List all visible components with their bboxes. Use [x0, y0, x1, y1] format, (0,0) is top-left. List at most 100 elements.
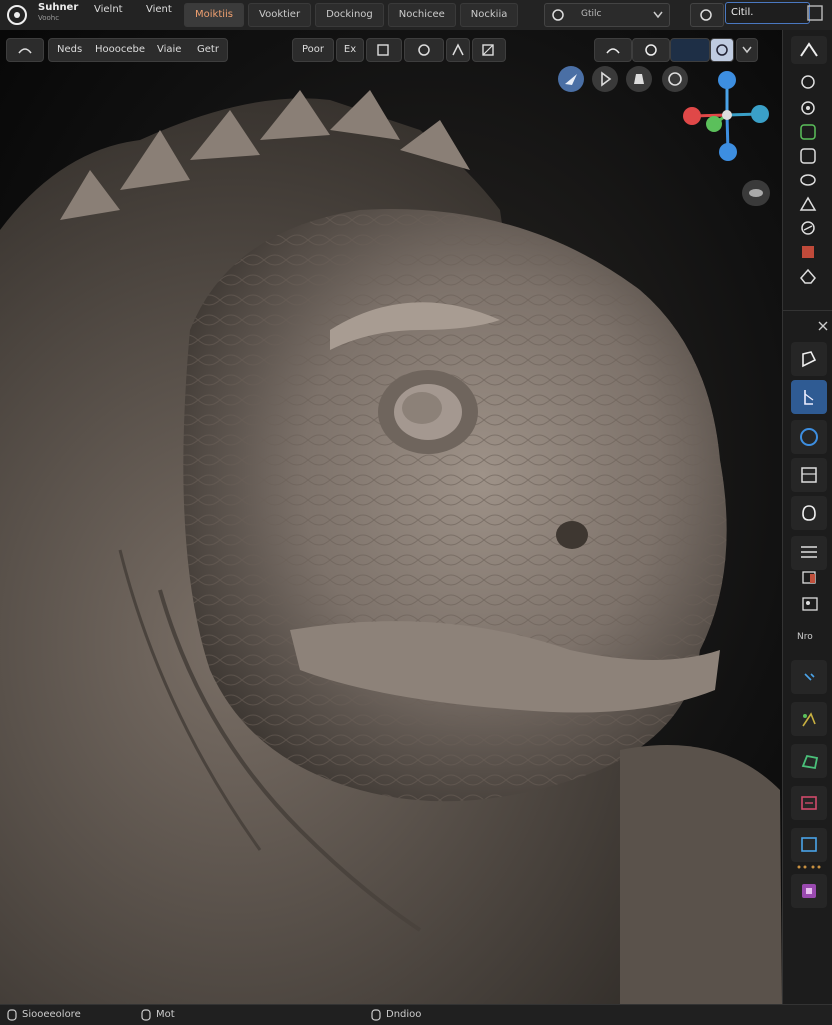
xray-toggle[interactable]: [710, 38, 734, 62]
prop-particles-button[interactable]: [791, 702, 827, 736]
image-icon[interactable]: [801, 596, 819, 612]
physics-icon: [801, 754, 819, 770]
mouse-middle-icon: [141, 1009, 151, 1021]
right-toolbar: Nro: [782, 30, 832, 1004]
header-menu-object[interactable]: Getr: [197, 39, 219, 61]
add-cube-tool-icon[interactable]: [797, 242, 819, 262]
overlay-toggle[interactable]: [632, 38, 670, 62]
hand-icon: [634, 74, 644, 84]
chevron-down-icon: [742, 46, 752, 54]
list-icon: [801, 546, 817, 558]
app-subtitle: Voohc: [38, 14, 60, 22]
header-menu-add[interactable]: Viaie: [157, 39, 181, 61]
tab-workspace-2[interactable]: Vooktier: [248, 3, 312, 27]
prop-render-button[interactable]: [791, 380, 827, 414]
cursor-tool-icon[interactable]: [797, 72, 819, 92]
globe-icon: [800, 428, 818, 446]
xray-icon: [716, 44, 728, 56]
axis-gizmo[interactable]: [680, 68, 774, 162]
navigate-play-button[interactable]: [592, 66, 618, 92]
shading-icon: [606, 48, 620, 54]
scene-icon: [802, 505, 816, 521]
status-center-text: Dndioo: [386, 1009, 422, 1020]
mouse-icon: [7, 1009, 17, 1021]
app-logo-icon[interactable]: [6, 4, 28, 26]
object-icon[interactable]: [801, 570, 819, 586]
view-layer-select[interactable]: Gtilc: [544, 3, 670, 27]
move-tool-icon[interactable]: [797, 98, 819, 118]
prop-data-button[interactable]: [791, 828, 827, 862]
header-menu-group: Neds Hooocebe Viaie Getr: [48, 38, 228, 62]
workspace-tabs: Moiktiis Vooktier Dockinog Nochicee Nock…: [184, 3, 519, 27]
prop-tool-button[interactable]: [791, 342, 827, 376]
proportional-button[interactable]: [446, 38, 470, 62]
constraint-icon: [801, 796, 817, 810]
zoom-icon: [749, 189, 763, 197]
status-mid-text: Mot: [156, 1009, 175, 1020]
chevron-down-icon: [653, 11, 663, 19]
plane-icon: [565, 74, 577, 85]
menu-item-1[interactable]: Vielnt: [94, 4, 123, 15]
mode-select[interactable]: Poor: [292, 38, 334, 62]
shading-options-button[interactable]: [736, 38, 758, 62]
prop-physics-button[interactable]: [791, 744, 827, 778]
navigate-hand-button[interactable]: [626, 66, 652, 92]
annotate-tool-icon[interactable]: [797, 194, 819, 214]
data-icon: [801, 837, 817, 852]
editor-type-button[interactable]: [6, 38, 44, 62]
navigate-fly-button[interactable]: [558, 66, 584, 92]
scene-name-input[interactable]: Citil.: [725, 2, 810, 24]
tab-workspace-1[interactable]: Moiktiis: [184, 3, 245, 27]
proportional-icon: [452, 43, 464, 56]
viewport-shading-select[interactable]: [594, 38, 632, 62]
view-layer-icon: [552, 9, 564, 21]
scene-copy-icon[interactable]: [806, 4, 826, 24]
3d-viewport[interactable]: Neds Hooocebe Viaie Getr Poor Ex: [0, 30, 782, 1004]
transform-button[interactable]: [472, 38, 506, 62]
overlay-icon: [645, 44, 657, 56]
prop-constraints-button[interactable]: [791, 786, 827, 820]
close-icon[interactable]: [817, 320, 829, 332]
material-icon: [802, 884, 816, 898]
prop-scene-button[interactable]: [791, 496, 827, 530]
pivot-icon: [418, 44, 430, 56]
object-button[interactable]: Ex: [336, 38, 364, 62]
prop-modifier-button[interactable]: [791, 660, 827, 694]
tool-settings-icon: [802, 351, 817, 368]
editor-type-icon: [18, 48, 32, 54]
scene-type-button[interactable]: [690, 3, 724, 27]
prop-view-layer-button[interactable]: [791, 458, 827, 492]
tab-workspace-4[interactable]: Nochicee: [387, 3, 456, 27]
measure-tool-icon[interactable]: [797, 218, 819, 238]
snap-button[interactable]: [366, 38, 402, 62]
prop-material-button[interactable]: [791, 874, 827, 908]
dots-icon: [797, 865, 821, 869]
top-menu-bar: Suhner Voohc Vielnt Vient Moiktiis Vookt…: [0, 0, 832, 31]
transform-tool-icon[interactable]: [797, 170, 819, 190]
scale-tool-icon[interactable]: [797, 146, 819, 166]
prop-output-button[interactable]: [791, 420, 827, 454]
rotate-tool-icon[interactable]: [797, 122, 819, 142]
play-icon: [601, 71, 612, 87]
render-icon: [804, 390, 814, 405]
tab-workspace-3[interactable]: Dockinog: [315, 3, 384, 27]
view-layer-label: Gtilc: [581, 9, 602, 19]
mouse-right-icon: [371, 1009, 381, 1021]
snap-icon: [377, 44, 389, 56]
tool-icon: [800, 42, 818, 57]
pivot-button[interactable]: [404, 38, 444, 62]
add-mesh-tool-icon[interactable]: [797, 266, 819, 286]
scene-icon: [700, 9, 712, 21]
menu-item-2[interactable]: Vient: [146, 4, 172, 15]
prop-world-button[interactable]: [791, 536, 827, 570]
wrench-icon: [804, 673, 815, 681]
toolbar-divider: [783, 310, 832, 311]
header-menu-view[interactable]: Neds: [57, 39, 82, 61]
tab-workspace-5[interactable]: Nockiia: [459, 3, 519, 27]
zoom-button[interactable]: [742, 180, 770, 206]
shading-mode-field[interactable]: [670, 38, 710, 62]
app-title: Suhner: [38, 2, 79, 13]
tool-header-button[interactable]: [791, 36, 827, 64]
header-menu-select[interactable]: Hooocebe: [95, 39, 145, 61]
particles-icon: [802, 712, 816, 727]
